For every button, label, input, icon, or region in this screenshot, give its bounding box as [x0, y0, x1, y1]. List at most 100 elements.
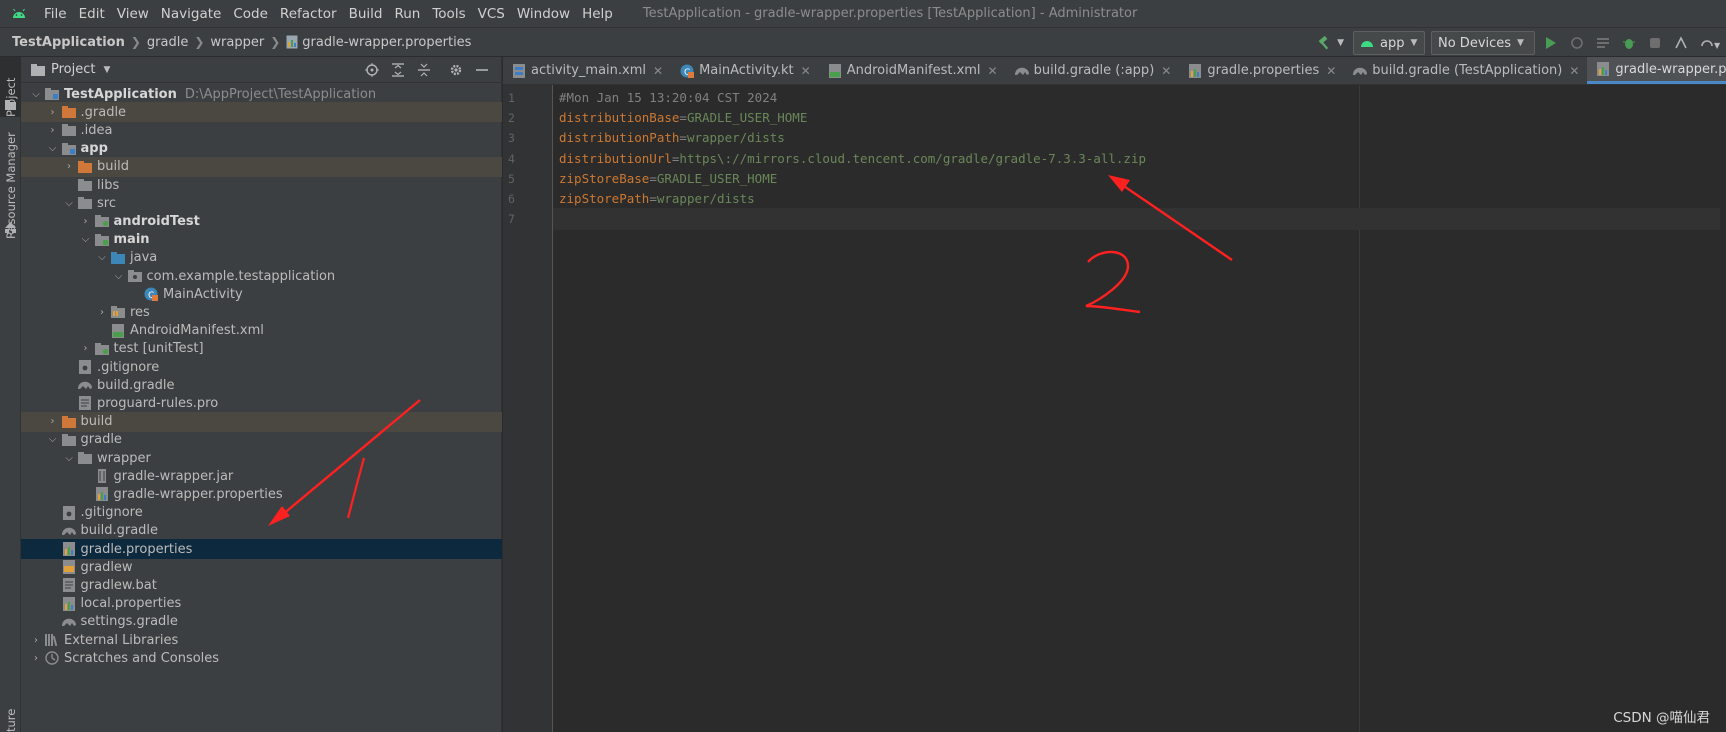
menu-view[interactable]: View [111, 6, 155, 22]
tree-item[interactable]: settings.gradle [21, 612, 502, 632]
build-hammer-icon[interactable] [1312, 31, 1336, 55]
gear-icon[interactable] [443, 57, 469, 83]
tree-item[interactable]: ⌵ main [21, 230, 502, 250]
editor-tab[interactable]: AndroidManifest.xml ✕ [819, 57, 1006, 84]
chevron-right-icon[interactable]: › [46, 107, 60, 118]
tree-item[interactable]: gradlew [21, 557, 502, 577]
profile-icon[interactable] [1643, 31, 1667, 55]
menu-code[interactable]: Code [227, 6, 274, 22]
run-config-select[interactable]: app ▼ [1353, 31, 1425, 55]
tree-item[interactable]: › res [21, 302, 502, 322]
tree-item[interactable]: › build [21, 156, 502, 177]
chevron-down-icon[interactable]: ⌵ [46, 434, 60, 445]
menu-help[interactable]: Help [576, 6, 619, 22]
chevron-right-icon[interactable]: › [46, 125, 60, 136]
code-line[interactable]: distributionBase=GRADLE_USER_HOME [559, 107, 807, 129]
menu-file[interactable]: File [38, 6, 73, 22]
code-editor[interactable]: 1 2 3 4 5 6 7 #Mon Jan 15 13:20:04 CST 2024 dis… [503, 85, 1726, 732]
expand-all-icon[interactable] [385, 57, 411, 83]
tree-item[interactable]: › External Libraries [21, 630, 502, 650]
tree-item[interactable]: .gitignore [21, 357, 502, 377]
code-line[interactable]: distributionUrl=https\://mirrors.cloud.t… [559, 148, 1146, 170]
tree-item[interactable]: local.properties [21, 594, 502, 614]
tree-item[interactable]: ⌵ java [21, 248, 502, 268]
tree-item[interactable]: ⌵ com.example.testapplication [21, 266, 502, 286]
chevron-down-icon[interactable]: ⌵ [79, 234, 93, 245]
code-line[interactable]: #Mon Jan 15 13:20:04 CST 2024 [559, 87, 777, 109]
apply-changes-icon[interactable] [1591, 31, 1615, 55]
tree-item[interactable]: gradle-wrapper.jar [21, 466, 502, 486]
chevron-down-icon[interactable]: ⌵ [62, 198, 76, 209]
close-icon[interactable]: ✕ [1326, 64, 1336, 78]
tree-item[interactable]: .gitignore [21, 503, 502, 523]
tree-item[interactable]: › test [unitTest] [21, 339, 502, 359]
chevron-right-icon[interactable]: › [29, 635, 43, 646]
breadcrumb-item-wrapper[interactable]: wrapper [210, 35, 264, 50]
chevron-right-icon[interactable]: › [29, 653, 43, 664]
editor-tab[interactable]: build.gradle (:app) ✕ [1006, 57, 1180, 84]
editor-tab[interactable]: gradle-wrapper.properties✕ [1587, 57, 1726, 84]
device-select[interactable]: No Devices ▼ [1431, 31, 1535, 55]
close-icon[interactable]: ✕ [801, 64, 811, 78]
tree-item[interactable]: C MainActivity [21, 284, 502, 304]
editor-tab[interactable]: gradle.properties ✕ [1179, 57, 1344, 84]
menu-build[interactable]: Build [343, 6, 389, 22]
collapse-all-icon[interactable] [411, 57, 437, 83]
chevron-down-icon[interactable]: ⌵ [112, 271, 126, 282]
code-line[interactable]: distributionPath=wrapper/dists [559, 127, 785, 149]
close-icon[interactable]: ✕ [653, 64, 663, 78]
editor-tab[interactable]: C MainActivity.kt ✕ [671, 57, 819, 84]
tab-structure[interactable]: ture [0, 685, 21, 732]
rerun-icon[interactable] [1565, 31, 1589, 55]
code-line[interactable] [553, 208, 1720, 231]
chevron-right-icon[interactable]: › [46, 416, 60, 427]
chevron-down-icon[interactable]: ⌵ [46, 143, 60, 154]
chevron-down-icon[interactable]: ⌵ [95, 252, 109, 263]
tree-item[interactable]: › .idea [21, 120, 502, 140]
tree-item[interactable]: ⌵ TestApplication D:\AppProject\TestApplic… [21, 84, 502, 104]
close-icon[interactable]: ✕ [1161, 64, 1171, 78]
tree-item[interactable]: build.gradle [21, 521, 502, 541]
tree-item[interactable]: ⌵ gradle [21, 430, 502, 450]
breadcrumb-item-file[interactable]: gradle-wrapper.properties [286, 35, 471, 50]
close-icon[interactable]: ✕ [1569, 64, 1579, 78]
code-line[interactable]: zipStorePath=wrapper/dists [559, 188, 755, 210]
tree-item[interactable]: gradlew.bat [21, 575, 502, 595]
hide-panel-icon[interactable] [469, 57, 495, 83]
chevron-down-icon[interactable]: ⌵ [62, 453, 76, 464]
editor-tab[interactable]: build.gradle (TestApplication) ✕ [1344, 57, 1587, 84]
menu-vcs[interactable]: VCS [472, 6, 511, 22]
chevron-right-icon[interactable]: › [79, 343, 93, 354]
project-view-title[interactable]: Project [51, 62, 95, 77]
debug-icon[interactable] [1617, 31, 1641, 55]
locate-target-icon[interactable] [359, 57, 385, 83]
chevron-down-icon[interactable]: ⌵ [29, 89, 43, 100]
menu-navigate[interactable]: Navigate [155, 6, 228, 22]
tree-item[interactable]: › .gradle [21, 102, 502, 123]
tree-item[interactable]: libs [21, 175, 502, 195]
tree-item[interactable]: › build [21, 411, 502, 432]
chevron-down-icon[interactable]: ▼ [103, 65, 110, 75]
tree-item[interactable]: ⌵ src [21, 193, 502, 213]
close-icon[interactable]: ✕ [988, 64, 998, 78]
code-line[interactable]: zipStoreBase=GRADLE_USER_HOME [559, 168, 777, 190]
tree-item[interactable]: ⌵ wrapper [21, 448, 502, 468]
tree-item[interactable]: gradle-wrapper.properties [21, 484, 502, 504]
chevron-right-icon[interactable]: › [62, 161, 76, 172]
tree-item[interactable]: build.gradle [21, 375, 502, 395]
editor-tab[interactable]: activity_main.xml ✕ [503, 57, 671, 84]
attach-debugger-icon[interactable] [1669, 31, 1693, 55]
menu-tools[interactable]: Tools [426, 6, 471, 22]
tree-item[interactable]: ⌵ app [21, 139, 502, 159]
menu-edit[interactable]: Edit [73, 6, 111, 22]
breadcrumb-item-gradle[interactable]: gradle [147, 35, 188, 50]
tree-item[interactable]: AndroidManifest.xml [21, 321, 502, 341]
breadcrumb-item-project[interactable]: TestApplication [12, 35, 125, 50]
tree-item[interactable]: › Scratches and Consoles [21, 648, 502, 668]
tree-item[interactable]: gradle.properties [21, 539, 502, 559]
more-actions-icon[interactable]: ▼ [1695, 31, 1725, 55]
chevron-right-icon[interactable]: › [95, 307, 109, 318]
run-icon[interactable] [1539, 31, 1563, 55]
menu-window[interactable]: Window [511, 6, 576, 22]
menu-run[interactable]: Run [388, 6, 426, 22]
